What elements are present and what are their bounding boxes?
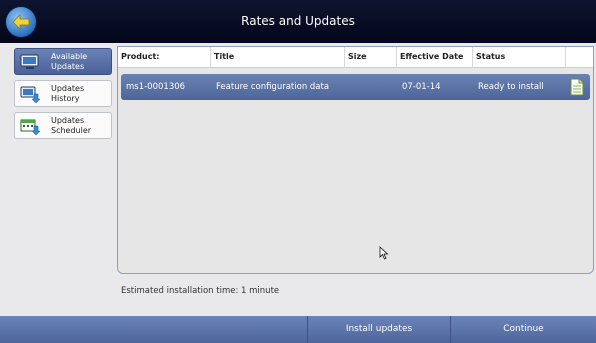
column-header-status[interactable]: Status — [472, 47, 565, 67]
column-header-title[interactable]: Title — [210, 47, 344, 67]
calendar-download-icon — [20, 119, 40, 135]
cell-status: Ready to install — [478, 82, 544, 92]
updates-table: Product: Title Size Effective Date Statu… — [117, 46, 594, 274]
column-header-product[interactable]: Product: — [118, 47, 210, 67]
monitor-download-icon — [20, 86, 40, 103]
mouse-pointer-icon — [379, 246, 389, 260]
sidebar-item-label: Available — [51, 52, 88, 61]
sidebar-item-label: Updates — [51, 62, 85, 71]
column-header-icon — [565, 47, 593, 67]
bottom-toolbar: Install updates Continue — [0, 316, 596, 343]
title-bar: Rates and Updates — [0, 0, 596, 43]
document-icon[interactable] — [570, 78, 584, 96]
cell-title: Feature configuration data — [216, 82, 330, 92]
sidebar-item-updates-history[interactable]: Updates History — [14, 80, 112, 107]
cell-effective-date: 07-01-14 — [402, 82, 441, 92]
install-updates-button[interactable]: Install updates — [307, 316, 450, 343]
sidebar-item-label: Updates — [51, 116, 85, 125]
sidebar-item-available-updates[interactable]: Available Updates — [14, 48, 112, 75]
sidebar: Available Updates Updates History Update… — [0, 43, 118, 316]
window-title: Rates and Updates — [241, 14, 355, 28]
column-header-size[interactable]: Size — [344, 47, 396, 67]
table-row[interactable]: ms1-0001306 Feature configuration data 0… — [121, 74, 590, 100]
sidebar-item-label: History — [51, 94, 80, 103]
cell-product: ms1-0001306 — [126, 82, 186, 92]
sidebar-item-label: Scheduler — [51, 126, 92, 135]
table-header: Product: Title Size Effective Date Statu… — [118, 47, 593, 68]
column-header-effective-date[interactable]: Effective Date — [396, 47, 472, 67]
continue-button[interactable]: Continue — [450, 316, 596, 343]
sidebar-item-label: Updates — [51, 84, 85, 93]
sidebar-item-updates-scheduler[interactable]: Updates Scheduler — [14, 112, 112, 139]
estimated-install-time: Estimated installation time: 1 minute — [121, 286, 280, 296]
monitor-icon — [20, 54, 39, 69]
